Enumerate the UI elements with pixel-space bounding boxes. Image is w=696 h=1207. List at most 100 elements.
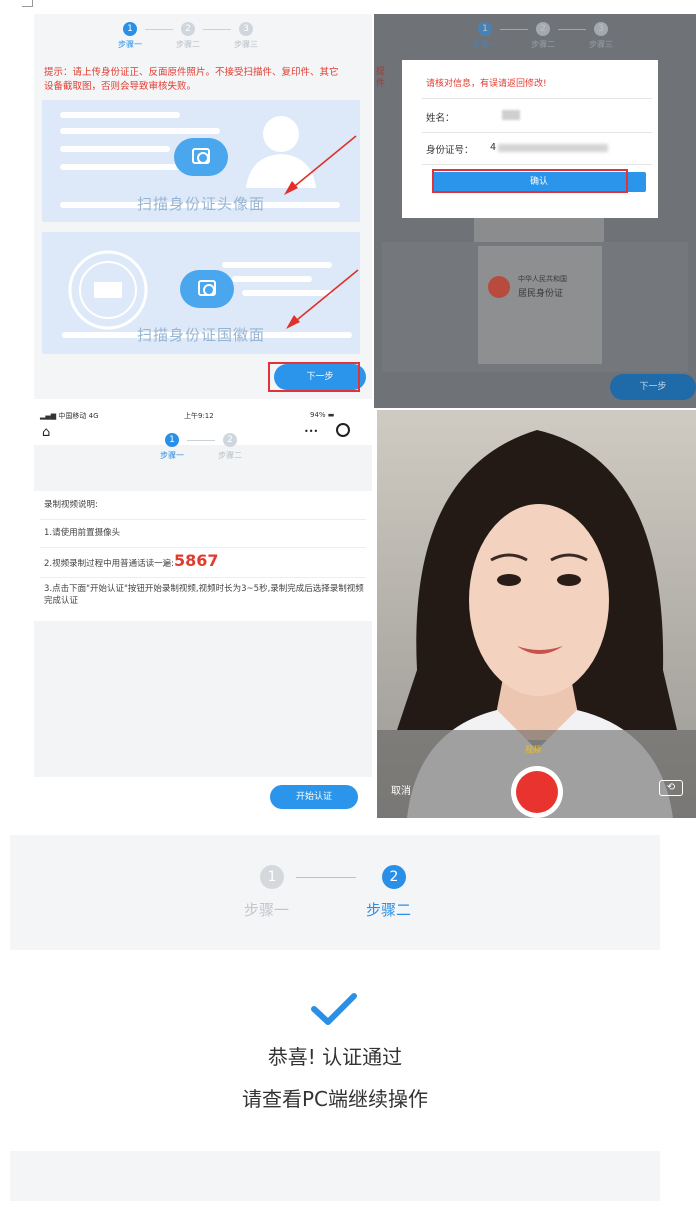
- network: 4G: [88, 412, 99, 420]
- step-indicator: 1 步骤一 2 步骤二: [149, 433, 253, 461]
- step-2-dot: 2: [382, 865, 406, 889]
- id-value-redacted: [498, 144, 608, 152]
- step-2-dot: 2: [536, 22, 550, 36]
- name-value-redacted: [502, 110, 520, 120]
- step-3-dot: 3: [239, 22, 253, 36]
- highlight-box: [268, 362, 360, 392]
- instruction-2: 2.视频录制过程中用普通话读一遍:5867: [44, 553, 219, 570]
- result-footer: [10, 1151, 660, 1201]
- corner-mark: [22, 6, 32, 7]
- id-photo-back: 中华人民共和国 居民身份证: [478, 246, 602, 364]
- clock: 上午9:12: [184, 412, 214, 420]
- emblem-icon: [488, 276, 510, 298]
- step-3-dot: 3: [594, 22, 608, 36]
- step-3: 3 步骤三: [578, 22, 624, 50]
- step-2-label: 步骤二: [218, 451, 242, 460]
- result-header: 1 2 步骤一 步骤二: [10, 835, 660, 950]
- instruction-3: 3.点击下面"开始认证"按钮开始录制视频,视频时长为3~5秒,录制完成后选择录制…: [44, 584, 364, 606]
- id-value: 4: [490, 142, 497, 153]
- corner-mark: [32, 0, 33, 7]
- step-2: 2 步骤二: [520, 22, 566, 50]
- next-step-button[interactable]: 下一步: [610, 374, 696, 400]
- signal-icon: ▂▄▆: [40, 412, 57, 420]
- id-card-text-2: 居民身份证: [518, 289, 564, 299]
- step-1-label: 步骤一: [160, 451, 184, 460]
- id-card-text-1: 中华人民共和国: [518, 275, 567, 283]
- step-1-label: 步骤一: [118, 40, 142, 49]
- step-3: 3 步骤三: [223, 22, 269, 50]
- id-front-upload-card[interactable]: 扫描身份证头像面: [42, 100, 360, 222]
- step-indicator: 1 步骤一 2 步骤二 3 步骤三: [462, 22, 624, 50]
- record-button[interactable]: [511, 766, 563, 818]
- instruction-1: 1.请使用前置摄像头: [44, 528, 121, 538]
- step-2: 2 步骤二: [207, 433, 253, 461]
- divider: [40, 547, 366, 548]
- signal-status: ▂▄▆ 中国移动 4G: [40, 411, 99, 421]
- step-2: 2 步骤二: [165, 22, 211, 50]
- upload-id-screen: 1 步骤一 2 步骤二 3 步骤三 提示：请上传身份证正、反面原件照片。不接受扫…: [34, 14, 372, 399]
- name-label: 姓名：: [426, 113, 455, 124]
- cancel-button[interactable]: 取消: [391, 782, 411, 797]
- divider: [40, 519, 366, 520]
- read-aloud-code: 5867: [173, 551, 219, 570]
- upload-tip: 提示：请上传身份证正、反面原件照片。不接受扫描件、复印件、其它设备截取图，否则会…: [44, 67, 339, 92]
- step-1-dot: 1: [123, 22, 137, 36]
- start-verification-button[interactable]: 开始认证: [270, 785, 358, 809]
- placeholder-line: [60, 112, 180, 118]
- success-subtitle: 请查看PC端继续操作: [241, 1087, 429, 1111]
- switch-camera-icon[interactable]: ⟲: [659, 780, 683, 796]
- highlight-box: [432, 169, 628, 193]
- red-arrow-icon: [284, 135, 357, 195]
- tip-fragment: 提 件: [376, 67, 386, 89]
- step-1: 1 步骤一: [107, 22, 153, 50]
- close-miniprogram-icon[interactable]: [336, 423, 350, 437]
- step-1-dot: 1: [478, 22, 492, 36]
- battery-percent: 94%: [310, 411, 326, 419]
- id-label: 身份证号：: [426, 145, 474, 156]
- camera-preview: [377, 410, 696, 818]
- placeholder-line: [60, 128, 220, 134]
- divider: [422, 98, 652, 99]
- camera-icon: [174, 138, 228, 176]
- home-icon[interactable]: ⌂: [42, 425, 50, 440]
- step-1-dot: 1: [260, 865, 284, 889]
- step-2-label: 步骤二: [531, 40, 555, 49]
- result-screen: 1 2 步骤一 步骤二 恭喜! 认证通过 请查看PC端继续操作: [10, 835, 660, 1205]
- step-1-label: 步骤一: [244, 901, 290, 919]
- instructions-title: 录制视频说明:: [44, 500, 98, 510]
- battery-icon: ▬: [327, 411, 335, 419]
- video-instructions-screen: ▂▄▆ 中国移动 4G 上午9:12 94% ▬ ⌂ ••• 1 步骤一 2 步…: [34, 405, 372, 817]
- step-2-dot: 2: [223, 433, 237, 447]
- divider: [40, 577, 366, 578]
- step-indicator: 1 步骤一 2 步骤二 3 步骤三: [107, 22, 269, 50]
- carrier: 中国移动: [58, 412, 87, 420]
- more-menu-icon[interactable]: •••: [304, 427, 318, 436]
- dialog-title: 请核对信息，有误请返回修改!: [426, 79, 547, 89]
- video-mode-label: 视频: [525, 745, 541, 754]
- camera-icon: [180, 270, 234, 308]
- step-connector: [296, 877, 356, 878]
- red-arrow-icon: [286, 269, 359, 329]
- confirm-dialog: 请核对信息，有误请返回修改! 姓名： 身份证号： 4 确认: [402, 60, 658, 218]
- camera-screen: 视频 取消 ⟲: [377, 410, 696, 818]
- id-back-upload-card[interactable]: 扫描身份证国徽面: [42, 232, 360, 354]
- battery-status: 94% ▬: [310, 411, 334, 419]
- step-1-label: 步骤一: [473, 40, 497, 49]
- step-2-dot: 2: [181, 22, 195, 36]
- step-1: 1 步骤一: [462, 22, 508, 50]
- step-1-dot: 1: [165, 433, 179, 447]
- instructions-panel: 录制视频说明: 1.请使用前置摄像头 2.视频录制过程中用普通话读一遍:5867…: [34, 491, 372, 621]
- checkmark-icon: [311, 993, 357, 1025]
- placeholder-line: [60, 146, 170, 152]
- step-3-label: 步骤三: [589, 40, 613, 49]
- success-title: 恭喜! 认证通过: [267, 1045, 403, 1069]
- record-icon: [516, 771, 558, 813]
- step-1: 1 步骤一: [149, 433, 195, 461]
- step-2-label: 步骤二: [176, 40, 200, 49]
- step-3-label: 步骤三: [234, 40, 258, 49]
- confirm-info-screen: 1 步骤一 2 步骤二 3 步骤三 提 件 中华人民共和国 居民身份证 请核对信…: [374, 14, 696, 408]
- instruction-2-text: 2.视频录制过程中用普通话读一遍:: [44, 559, 174, 569]
- step-2-label: 步骤二: [366, 901, 412, 919]
- divider: [422, 164, 652, 165]
- national-emblem-icon: [68, 250, 148, 330]
